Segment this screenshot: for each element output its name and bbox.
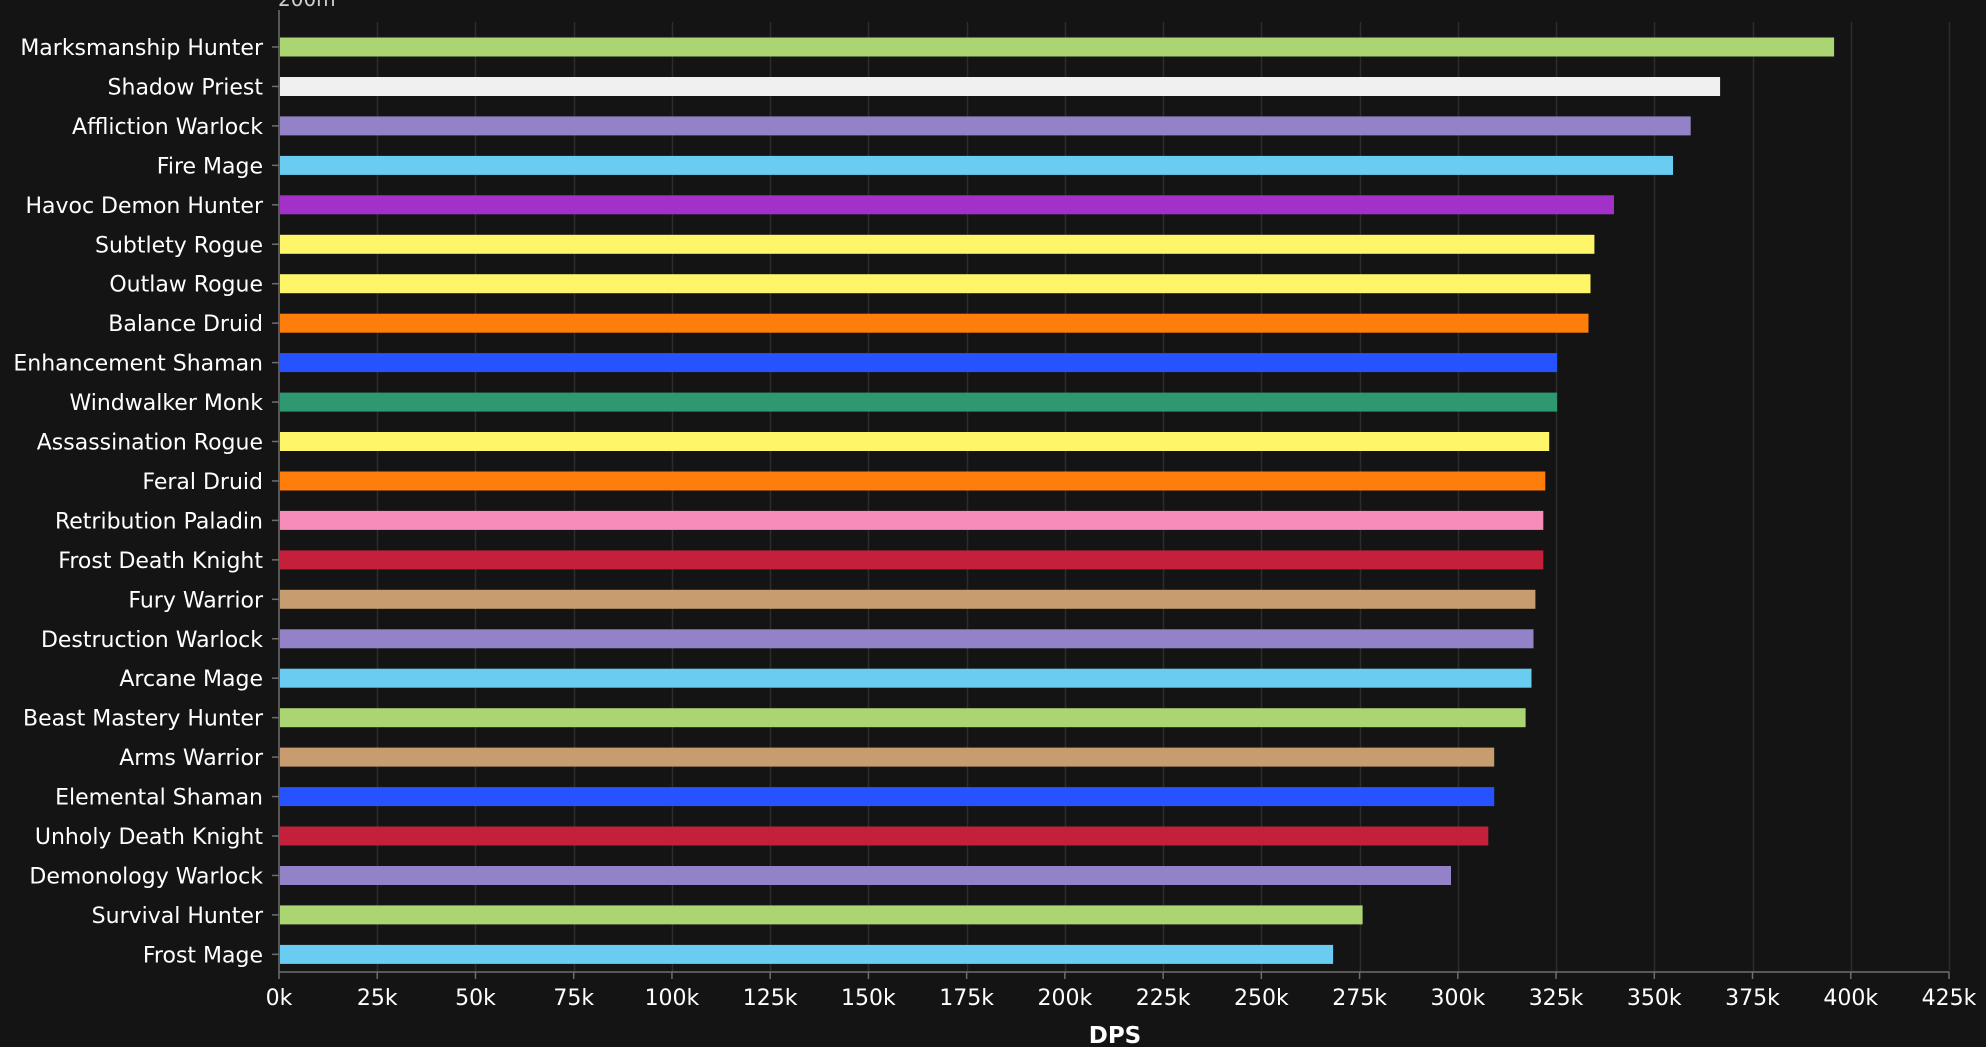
- x-tick-label: 75k: [553, 986, 594, 1011]
- x-tick-label: 0k: [266, 986, 293, 1011]
- bar[interactable]: [280, 510, 1544, 530]
- category-label: Havoc Demon Hunter: [25, 194, 263, 219]
- bar[interactable]: [280, 629, 1534, 649]
- category-label: Unholy Death Knight: [35, 825, 263, 850]
- bar[interactable]: [280, 905, 1363, 925]
- bars-layer: [280, 37, 1835, 964]
- category-label: Outlaw Rogue: [109, 273, 263, 298]
- bar[interactable]: [280, 195, 1614, 215]
- category-label: Feral Druid: [142, 470, 263, 495]
- bar[interactable]: [280, 787, 1495, 807]
- dps-bar-chart: Marksmanship Hunter Shadow Priest Afflicti…: [13, 0, 1977, 1047]
- category-label: Beast Mastery Hunter: [23, 707, 264, 732]
- category-label: Windwalker Monk: [69, 391, 263, 416]
- x-tick-label: 125k: [743, 986, 798, 1011]
- bar[interactable]: [280, 77, 1721, 96]
- x-tick-label: 100k: [645, 986, 700, 1011]
- x-axis-title: DPS: [1089, 1023, 1142, 1047]
- x-tick-label: 150k: [841, 986, 896, 1011]
- category-label: Assassination Rogue: [37, 431, 263, 456]
- category-label: Marksmanship Hunter: [20, 36, 264, 61]
- bar[interactable]: [280, 589, 1536, 609]
- x-tick-label: 400k: [1823, 986, 1878, 1011]
- top-cropped-label: 200m: [278, 0, 336, 11]
- x-tick-label: 225k: [1136, 986, 1191, 1011]
- x-tick-label: 275k: [1332, 986, 1387, 1011]
- x-tick-label: 375k: [1725, 986, 1780, 1011]
- x-tick-label: 350k: [1627, 986, 1682, 1011]
- bar[interactable]: [280, 432, 1550, 451]
- bar[interactable]: [280, 37, 1835, 57]
- bar[interactable]: [280, 155, 1673, 175]
- x-tick-label: 300k: [1430, 986, 1485, 1011]
- bar[interactable]: [280, 116, 1691, 136]
- bar[interactable]: [280, 274, 1591, 294]
- bar[interactable]: [280, 471, 1546, 491]
- category-label: Fire Mage: [157, 154, 263, 179]
- category-label: Frost Mage: [143, 943, 263, 968]
- category-label: Enhancement Shaman: [13, 352, 263, 377]
- bar[interactable]: [280, 826, 1489, 846]
- category-label: Elemental Shaman: [55, 786, 263, 811]
- bar[interactable]: [280, 668, 1532, 688]
- category-label: Survival Hunter: [92, 904, 264, 929]
- bar[interactable]: [280, 866, 1451, 885]
- category-label: Balance Druid: [108, 312, 263, 337]
- x-tick-label: 50k: [455, 986, 496, 1011]
- x-tick-label: 425k: [1922, 986, 1977, 1011]
- x-tick-label: 25k: [357, 986, 398, 1011]
- bar[interactable]: [280, 313, 1589, 333]
- category-label: Subtlety Rogue: [95, 233, 263, 258]
- category-label: Fury Warrior: [128, 588, 264, 613]
- bar[interactable]: [280, 392, 1558, 412]
- bar[interactable]: [280, 234, 1595, 254]
- category-label: Arms Warrior: [119, 746, 264, 771]
- bar[interactable]: [280, 353, 1558, 373]
- bar[interactable]: [280, 708, 1526, 728]
- x-tick-label: 325k: [1529, 986, 1584, 1011]
- chart-container: Marksmanship Hunter Shadow Priest Afflicti…: [0, 0, 1986, 1047]
- x-tick-labels: 0k 25k 50k 75k 100k 125k 150k 175k 200k 225k 250k 2…: [266, 986, 1977, 1011]
- category-label: Demonology Warlock: [29, 865, 263, 890]
- category-label: Affliction Warlock: [72, 115, 263, 140]
- bar[interactable]: [280, 944, 1334, 964]
- x-tick-label: 250k: [1234, 986, 1289, 1011]
- category-labels: Marksmanship Hunter Shadow Priest Afflicti…: [13, 36, 264, 968]
- x-tick-label: 200k: [1038, 986, 1093, 1011]
- category-label: Shadow Priest: [108, 76, 264, 101]
- category-label: Destruction Warlock: [41, 628, 263, 653]
- category-label: Retribution Paladin: [55, 509, 263, 534]
- category-label: Arcane Mage: [119, 667, 263, 692]
- bar[interactable]: [280, 550, 1544, 570]
- category-label: Frost Death Knight: [58, 549, 263, 574]
- bar[interactable]: [280, 747, 1495, 767]
- x-tick-label: 175k: [939, 986, 994, 1011]
